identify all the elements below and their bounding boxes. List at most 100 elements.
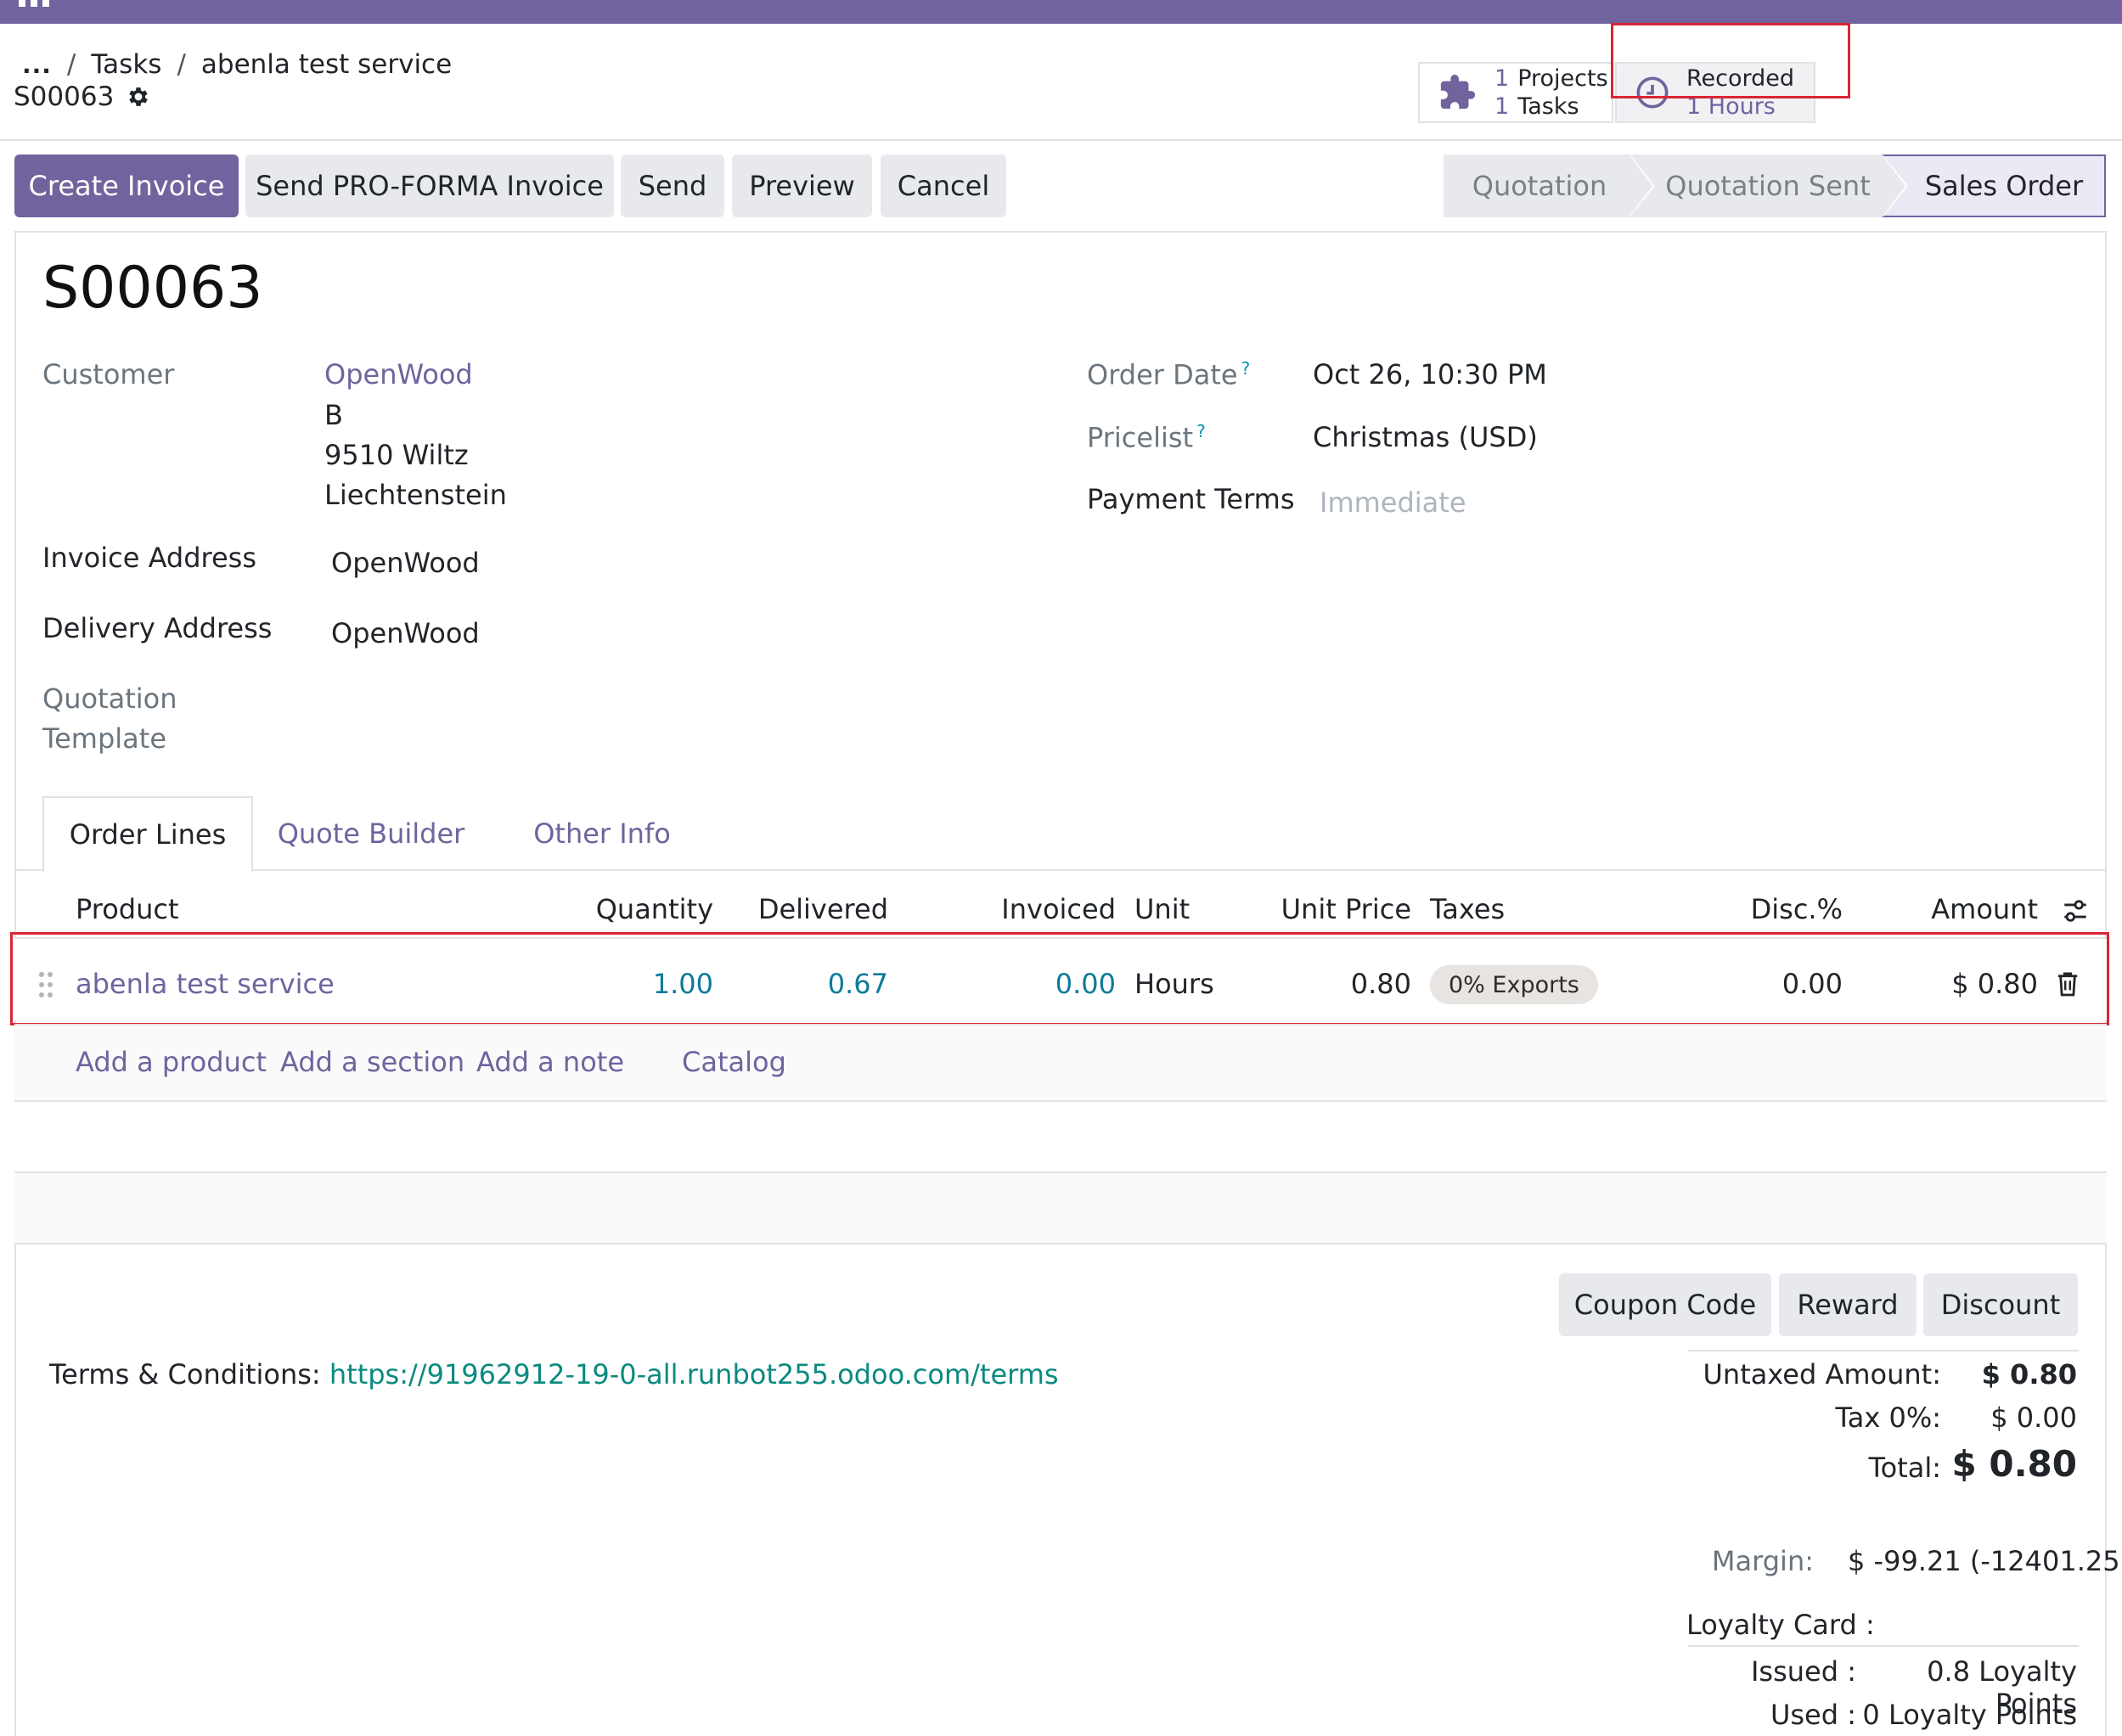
- total-value: $ 0.80: [1951, 1443, 2077, 1485]
- add-note-link[interactable]: Add a note: [476, 1046, 624, 1078]
- apps-menu-icon[interactable]: [19, 0, 51, 10]
- quotation-template-label: Template: [42, 722, 167, 755]
- stage-quotation-sent[interactable]: Quotation Sent: [1629, 154, 1908, 217]
- stage-label: Sales Order: [1924, 170, 2084, 202]
- empty-row: [14, 1102, 2107, 1171]
- reward-button[interactable]: Reward: [1779, 1273, 1917, 1336]
- invoice-address-label: Invoice Address: [42, 542, 257, 574]
- delivery-address-field[interactable]: OpenWood: [331, 617, 480, 649]
- loyalty-card-label: Loyalty Card :: [1686, 1609, 1875, 1641]
- tab-other-info[interactable]: Other Info: [504, 796, 700, 871]
- used-value: 0 Loyalty Points: [1862, 1699, 2077, 1731]
- stage-label: Quotation Sent: [1665, 170, 1871, 202]
- margin-label: Margin:: [1711, 1545, 1814, 1577]
- order-date-field[interactable]: Oct 26, 10:30 PM: [1313, 358, 1547, 390]
- empty-row: [14, 1173, 2107, 1243]
- total-label: Total:: [1868, 1452, 1941, 1484]
- catalog-link[interactable]: Catalog: [682, 1046, 786, 1078]
- terms-link[interactable]: https://91962912-19-0-all.runbot255.odoo…: [329, 1358, 1059, 1390]
- tax-badge[interactable]: 0% Exports: [1430, 965, 1598, 1004]
- recorded-label: Recorded: [1686, 65, 1795, 92]
- line-product[interactable]: abenla test service: [76, 968, 335, 1000]
- column-header-discount[interactable]: Disc.%: [1698, 893, 1843, 925]
- add-product-link[interactable]: Add a product: [76, 1046, 267, 1078]
- discount-button[interactable]: Discount: [1923, 1273, 2078, 1336]
- control-panel: ... / Tasks / abenla test service S00063…: [0, 24, 2122, 141]
- create-invoice-button[interactable]: Create Invoice: [14, 154, 239, 217]
- customer-address-line: 9510 Wiltz: [324, 439, 469, 471]
- loyalty-divider: [1688, 1645, 2079, 1647]
- tax-label: Tax 0%:: [1835, 1402, 1941, 1434]
- column-header-delivered[interactable]: Delivered: [730, 893, 888, 925]
- customer-address-line: Liechtenstein: [324, 479, 507, 511]
- issued-label: Issued :: [1750, 1655, 1856, 1688]
- column-header-taxes[interactable]: Taxes: [1430, 893, 1505, 925]
- help-icon[interactable]: ?: [1241, 358, 1251, 379]
- line-quantity[interactable]: 1.00: [560, 968, 713, 1000]
- used-label: Used :: [1770, 1699, 1856, 1731]
- untaxed-amount-value: $ 0.80: [1981, 1358, 2077, 1390]
- breadcrumb-more[interactable]: ...: [22, 51, 52, 79]
- add-section-link[interactable]: Add a section: [280, 1046, 464, 1078]
- stage-quotation[interactable]: Quotation: [1444, 154, 1655, 217]
- drag-handle-icon[interactable]: [37, 971, 54, 998]
- breadcrumb: ... / Tasks / abenla test service: [22, 49, 452, 80]
- stage-sales-order[interactable]: Sales Order: [1882, 154, 2106, 217]
- tab-order-lines[interactable]: Order Lines: [42, 796, 253, 873]
- customer-address-line: B: [324, 399, 343, 431]
- payment-terms-field[interactable]: Immediate: [1320, 486, 1466, 519]
- totals-divider: [1688, 1350, 2079, 1351]
- cancel-button[interactable]: Cancel: [881, 154, 1006, 217]
- projects-tasks-stat-button[interactable]: 1 Projects 1 Tasks: [1418, 62, 1613, 123]
- payment-terms-label: Payment Terms: [1087, 483, 1295, 515]
- breadcrumb-task[interactable]: abenla test service: [201, 49, 452, 80]
- recorded-hours-value: 1 Hours: [1686, 93, 1776, 120]
- tasks-label: Tasks: [1517, 93, 1579, 120]
- line-unit-price[interactable]: 0.80: [1257, 968, 1411, 1000]
- quotation-template-label: Quotation: [42, 683, 177, 715]
- record-reference: S00063: [14, 81, 151, 112]
- notebook-tabs: Order Lines Quote Builder Other Info: [14, 796, 2107, 873]
- send-proforma-button[interactable]: Send PRO-FORMA Invoice: [245, 154, 614, 217]
- order-title: S00063: [42, 255, 263, 322]
- column-header-unit-price[interactable]: Unit Price: [1257, 893, 1411, 925]
- recorded-hours-stat-button[interactable]: Recorded 1 Hours: [1615, 62, 1815, 123]
- column-header-product[interactable]: Product: [76, 893, 179, 925]
- terms-and-conditions: Terms & Conditions: https://91962912-19-…: [49, 1358, 1059, 1390]
- tax-value: $ 0.00: [1990, 1402, 2077, 1434]
- column-header-unit[interactable]: Unit: [1134, 893, 1190, 925]
- invoice-address-field[interactable]: OpenWood: [331, 547, 480, 579]
- column-header-invoiced[interactable]: Invoiced: [943, 893, 1116, 925]
- breadcrumb-separator: /: [177, 49, 186, 80]
- customer-link[interactable]: OpenWood: [324, 358, 473, 390]
- send-button[interactable]: Send: [621, 154, 724, 217]
- column-header-quantity[interactable]: Quantity: [560, 893, 713, 925]
- puzzle-icon: [1440, 74, 1476, 110]
- column-header-amount[interactable]: Amount: [1868, 893, 2038, 925]
- untaxed-amount-label: Untaxed Amount:: [1703, 1358, 1941, 1390]
- trash-icon[interactable]: [2057, 971, 2079, 997]
- breadcrumb-separator: /: [66, 49, 76, 80]
- order-date-label-text: Order Date: [1087, 358, 1238, 391]
- stage-label: Quotation: [1472, 170, 1607, 202]
- optional-columns-icon[interactable]: [2060, 896, 2091, 925]
- top-navbar: [0, 0, 2122, 24]
- help-icon[interactable]: ?: [1196, 421, 1206, 441]
- breadcrumb-tasks[interactable]: Tasks: [91, 49, 161, 80]
- line-amount: $ 0.80: [1951, 968, 2038, 1000]
- line-unit[interactable]: Hours: [1134, 968, 1214, 1000]
- pricelist-label: Pricelist?: [1087, 421, 1206, 454]
- tab-quote-builder[interactable]: Quote Builder: [269, 796, 473, 871]
- coupon-code-button[interactable]: Coupon Code: [1559, 1273, 1771, 1336]
- line-delivered[interactable]: 0.67: [730, 968, 888, 1000]
- customer-label: Customer: [42, 358, 175, 390]
- margin-value: $ -99.21 (-12401.25%: [1848, 1545, 2119, 1577]
- line-invoiced[interactable]: 0.00: [943, 968, 1116, 1000]
- preview-button[interactable]: Preview: [732, 154, 872, 217]
- terms-label: Terms & Conditions:: [49, 1358, 321, 1390]
- order-date-label: Order Date?: [1087, 358, 1250, 391]
- clock-icon: [1636, 76, 1669, 109]
- pricelist-field[interactable]: Christmas (USD): [1313, 421, 1538, 453]
- gear-icon[interactable]: [126, 84, 151, 110]
- line-discount[interactable]: 0.00: [1698, 968, 1843, 1000]
